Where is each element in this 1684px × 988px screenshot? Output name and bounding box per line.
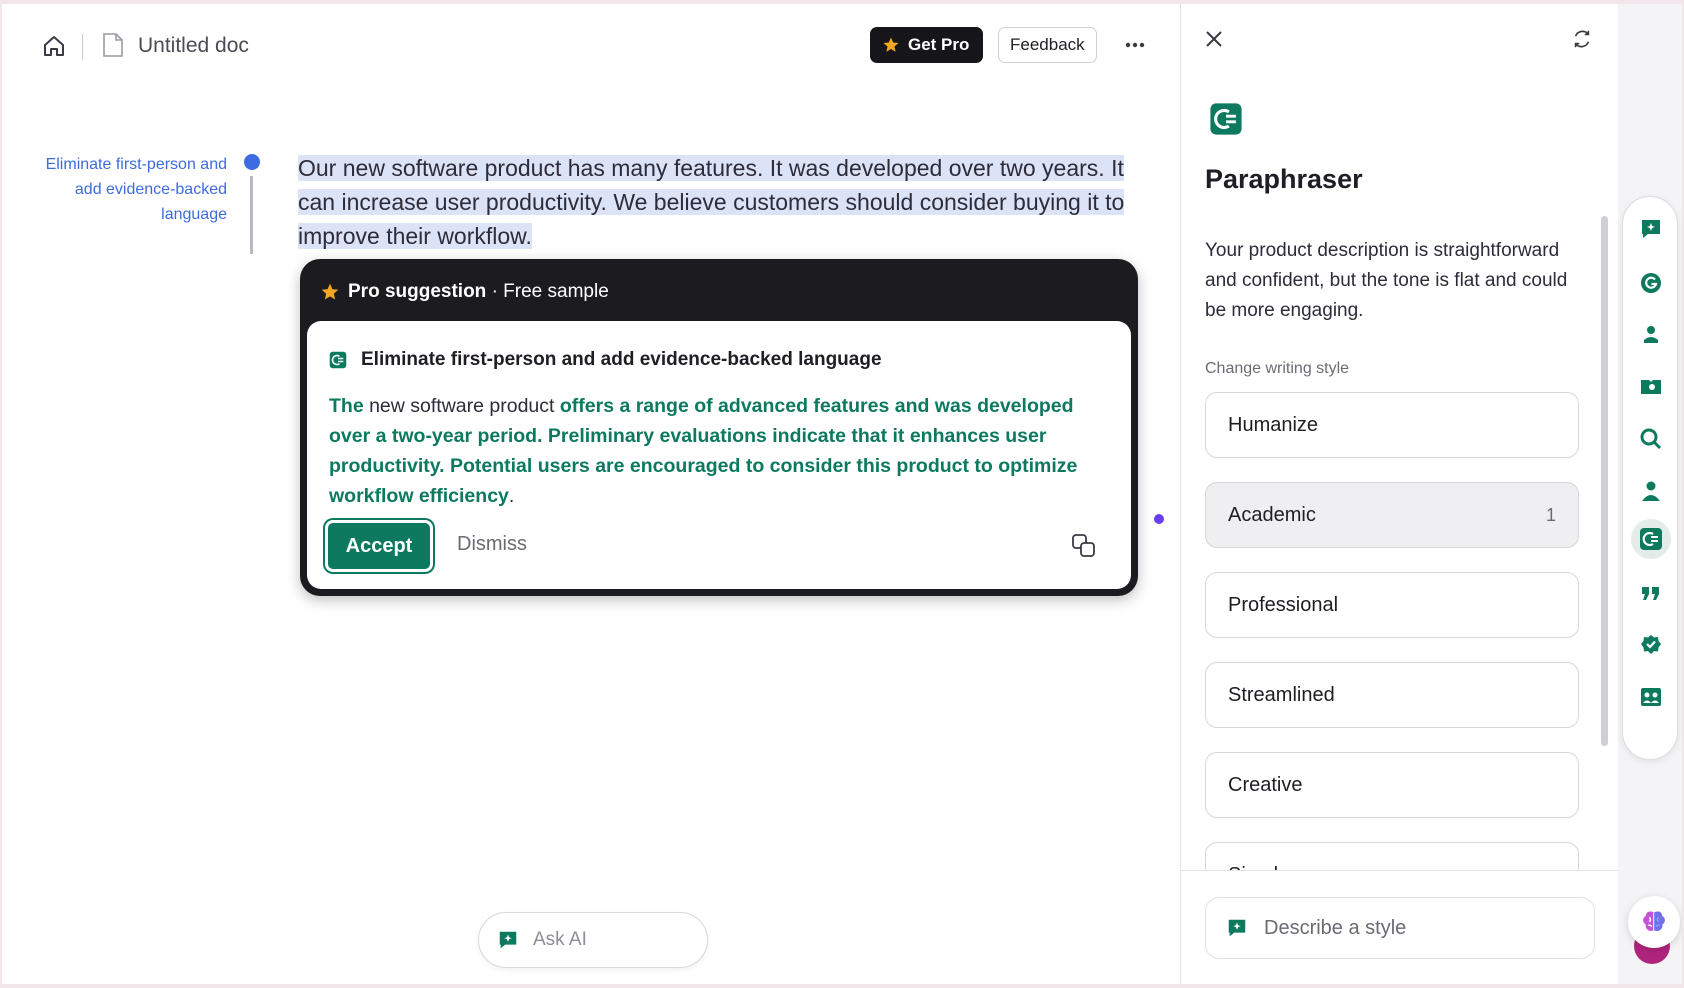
brain-icon[interactable] — [1628, 896, 1680, 948]
paraphraser-icon — [329, 351, 347, 369]
pro-suggestion-label: Pro suggestion — [348, 281, 487, 302]
style-section-label: Change writing style — [1205, 360, 1350, 377]
suggestion-text: The new software product offers a range … — [329, 391, 1109, 511]
close-icon[interactable] — [1203, 28, 1229, 54]
paraphraser-icon[interactable] — [1631, 519, 1671, 559]
free-sample-label: · Free sample — [486, 281, 609, 302]
style-options-list: Humanize Academic 1 Professional Streamlined… — [1205, 392, 1579, 870]
plagiarism-icon[interactable] — [1631, 677, 1671, 717]
panel-scrollbar[interactable] — [1601, 216, 1608, 746]
cursor-indicator-dot — [1154, 514, 1164, 524]
paraphraser-icon — [1209, 102, 1243, 141]
feedback-button[interactable]: Feedback — [998, 27, 1097, 63]
suggestion-kept-text: new software product — [363, 395, 560, 417]
style-option-streamlined[interactable]: Streamlined — [1205, 662, 1579, 728]
expert-review-icon[interactable] — [1631, 471, 1671, 511]
tool-rail — [1622, 196, 1678, 760]
panel-title: Paraphraser — [1205, 164, 1363, 194]
quote-icon[interactable] — [1631, 573, 1671, 613]
copy-icon[interactable] — [1071, 533, 1099, 561]
style-option-academic[interactable]: Academic 1 — [1205, 482, 1579, 548]
accept-button[interactable]: Accept — [325, 520, 433, 572]
selected-text[interactable]: Our new software product has many featur… — [298, 155, 1125, 249]
suggestion-card-body: Eliminate first-person and add evidence-… — [307, 321, 1131, 589]
style-option-label: Streamlined — [1228, 683, 1335, 706]
app-window: Untitled doc Get Pro Feedback Eliminate … — [2, 4, 1682, 984]
get-pro-label: Get Pro — [908, 35, 970, 54]
style-option-simple[interactable]: Simple — [1205, 842, 1579, 870]
chat-sparkle-icon[interactable] — [1631, 209, 1671, 249]
more-options-icon[interactable] — [1120, 30, 1150, 60]
refresh-icon[interactable] — [1571, 28, 1597, 54]
document-icon — [102, 32, 126, 60]
get-pro-button[interactable]: Get Pro — [870, 27, 984, 63]
suggestion-card-header: Pro suggestion · Free sample — [320, 281, 609, 303]
star-icon — [321, 283, 339, 300]
star-icon — [883, 37, 899, 52]
style-option-label: Creative — [1228, 773, 1303, 796]
document-body[interactable]: Our new software product has many featur… — [298, 151, 1146, 253]
suggestion-added-text: The — [329, 395, 364, 417]
style-option-creative[interactable]: Creative — [1205, 752, 1579, 818]
ask-ai-placeholder: Ask AI — [533, 929, 587, 950]
top-bar: Untitled doc Get Pro Feedback — [2, 4, 1182, 84]
ai-detector-icon[interactable] — [1631, 419, 1671, 459]
suggestion-marker-dot[interactable] — [244, 154, 260, 170]
style-option-label: Humanize — [1228, 413, 1319, 436]
describe-style-placeholder: Describe a style — [1264, 916, 1407, 939]
dismiss-button[interactable]: Dismiss — [457, 533, 527, 556]
chat-sparkle-icon — [1228, 919, 1246, 937]
home-icon[interactable] — [38, 30, 70, 62]
style-option-humanize[interactable]: Humanize — [1205, 392, 1579, 458]
suggestion-title: Eliminate first-person and add evidence-… — [361, 349, 882, 370]
suggestion-kept-text: . — [508, 485, 515, 507]
pro-suggestion-card: Pro suggestion · Free sample Eliminate f… — [300, 259, 1138, 596]
grammarly-icon[interactable] — [1631, 263, 1671, 303]
style-option-label: Professional — [1228, 593, 1339, 616]
proofreader-icon[interactable] — [1631, 625, 1671, 665]
style-option-count: 1 — [1545, 504, 1556, 525]
style-option-professional[interactable]: Professional — [1205, 572, 1579, 638]
chat-sparkle-icon — [499, 931, 517, 949]
style-option-label: Academic — [1228, 503, 1316, 526]
reader-reactions-icon[interactable] — [1631, 315, 1671, 355]
document-title[interactable]: Untitled doc — [138, 34, 249, 58]
suggestion-side-note[interactable]: Eliminate first-person and add evidence-… — [42, 152, 227, 227]
suggestion-title-row: Eliminate first-person and add evidence-… — [329, 349, 882, 371]
divider — [82, 34, 83, 60]
suggestion-range-line — [250, 176, 253, 254]
ask-ai-input[interactable]: Ask AI — [478, 912, 708, 968]
citation-finder-icon[interactable] — [1631, 367, 1671, 407]
paraphraser-panel: Paraphraser Your product description is … — [1180, 4, 1619, 984]
describe-style-input[interactable]: Describe a style — [1205, 897, 1595, 959]
divider — [1181, 870, 1619, 871]
panel-description: Your product description is straightforw… — [1205, 240, 1568, 321]
